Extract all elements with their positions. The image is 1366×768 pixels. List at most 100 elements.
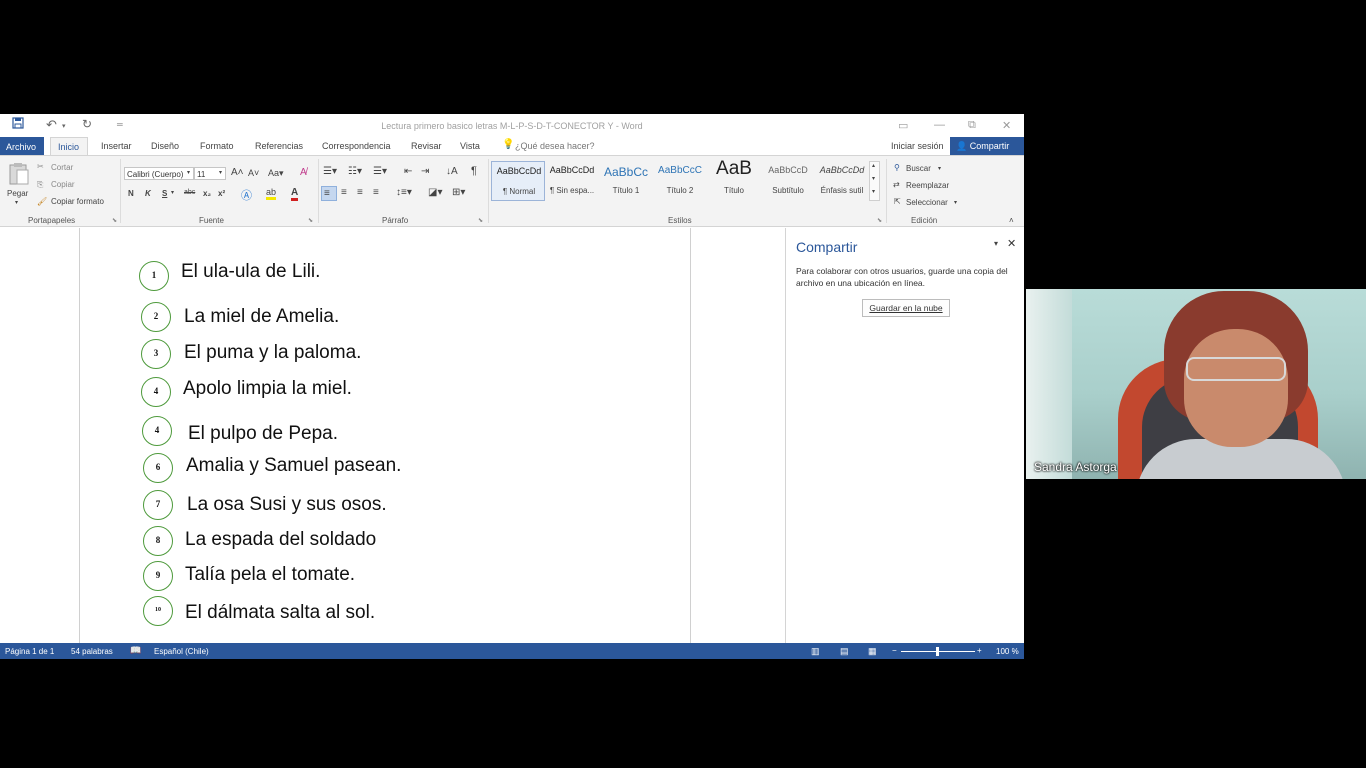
tab-revisar[interactable]: Revisar	[411, 141, 442, 151]
participant-video[interactable]: Sandra Astorga	[1026, 289, 1366, 479]
clear-formatting-icon[interactable]: A̸	[300, 167, 307, 178]
separator	[488, 159, 489, 223]
paragraph-launcher-icon[interactable]: ⬊	[478, 217, 483, 224]
document-line: El dálmata salta al sol.	[185, 602, 376, 623]
find-button[interactable]: Buscar	[906, 164, 931, 173]
justify-icon[interactable]: ≡	[373, 187, 379, 198]
page-count[interactable]: Página 1 de 1	[5, 647, 54, 656]
font-name-box[interactable]: Calibri (Cuerpo)	[124, 167, 194, 180]
save-to-cloud-button[interactable]: Guardar en la nube	[862, 299, 950, 317]
pilcrow-icon[interactable]: ¶	[471, 165, 477, 177]
paste-button[interactable]: Pegar ▾	[6, 162, 32, 210]
format-painter-button[interactable]: Copiar formato	[51, 197, 104, 206]
pane-close-icon[interactable]: ✕	[1007, 237, 1016, 250]
pane-options-icon[interactable]: ▾	[994, 239, 998, 248]
line-spacing-icon[interactable]: ↕≡▾	[396, 187, 412, 198]
align-center-icon[interactable]: ≡	[341, 187, 347, 198]
text-effects-icon[interactable]: Ⓐ	[241, 187, 252, 203]
numbering-icon[interactable]: ☷▾	[348, 166, 362, 177]
style-preview: AaBbCcDd	[549, 165, 595, 175]
zoom-out-icon[interactable]: −	[892, 646, 897, 655]
word-count[interactable]: 54 palabras	[71, 647, 113, 656]
style-5[interactable]: AaB Título	[707, 158, 761, 201]
zoom-in-icon[interactable]: +	[977, 646, 982, 655]
superscript-icon[interactable]: x²	[218, 189, 225, 198]
web-layout-icon[interactable]: ▦	[868, 646, 877, 657]
clipboard-launcher-icon[interactable]: ⬊	[112, 217, 117, 224]
cut-button[interactable]: Cortar	[51, 163, 73, 172]
zoom-slider-thumb[interactable]	[936, 647, 939, 656]
language[interactable]: Español (Chile)	[154, 647, 209, 656]
tab-archivo[interactable]: Archivo	[0, 137, 44, 155]
minimize-icon[interactable]: —	[934, 119, 945, 131]
tell-me-search[interactable]: ¿Qué desea hacer?	[515, 141, 595, 151]
underline-icon[interactable]: S	[162, 189, 167, 198]
styles-up-icon[interactable]: ▴	[872, 162, 875, 169]
align-left-icon[interactable]: ≡	[321, 186, 337, 201]
read-mode-icon[interactable]: ▥	[811, 646, 820, 657]
signin-link[interactable]: Iniciar sesión	[891, 141, 944, 151]
align-right-icon[interactable]: ≡	[357, 187, 363, 198]
highlight-icon[interactable]: ab	[266, 187, 277, 200]
style-6[interactable]: AaBbCcD Subtítulo	[761, 161, 815, 201]
font-launcher-icon[interactable]: ⬊	[308, 217, 313, 224]
replace-button[interactable]: Reemplazar	[906, 181, 949, 190]
close-icon[interactable]: ✕	[1002, 119, 1011, 132]
proofing-icon[interactable]: 📖	[130, 645, 141, 656]
change-case-icon[interactable]: Aa▾	[268, 168, 284, 179]
ribbon-display-options-icon[interactable]: ▭	[898, 119, 908, 132]
zoom-level[interactable]: 100 %	[996, 647, 1019, 656]
shrink-font-icon[interactable]: A˅	[248, 168, 259, 178]
document-line: El puma y la paloma.	[184, 342, 362, 363]
styles-scroll[interactable]: ▴ ▾ ▾	[869, 161, 880, 201]
font-color-icon[interactable]: A	[291, 187, 299, 201]
borders-icon[interactable]: ⊞▾	[452, 187, 465, 198]
shading-icon[interactable]: ◪▾	[428, 187, 442, 198]
bold-icon[interactable]: N	[128, 189, 134, 198]
restore-icon[interactable]: ⧉	[968, 119, 976, 132]
styles-down-icon[interactable]: ▾	[872, 175, 875, 182]
find-dropdown-icon[interactable]: ▾	[938, 165, 941, 172]
paragraph-group-label: Párrafo	[382, 216, 409, 225]
strikethrough-icon[interactable]: abc	[184, 189, 195, 196]
tab-formato[interactable]: Formato	[200, 141, 234, 151]
tab-inicio[interactable]: Inicio	[50, 137, 88, 155]
styles-launcher-icon[interactable]: ⬊	[877, 217, 882, 224]
share-button[interactable]: 👤 Compartir	[950, 137, 1024, 155]
style-1[interactable]: AaBbCcDd ¶ Normal	[491, 161, 545, 201]
grow-font-icon[interactable]: A˄	[231, 167, 244, 178]
line-number-circle: 4	[142, 416, 172, 446]
style-7[interactable]: AaBbCcDd Énfasis sutil	[815, 161, 869, 201]
font-size-dropdown-icon[interactable]: ▾	[219, 169, 222, 176]
styles-more-icon[interactable]: ▾	[872, 188, 875, 195]
subscript-icon[interactable]: x₂	[203, 189, 211, 198]
bullets-icon[interactable]: ☰▾	[323, 166, 337, 177]
font-name-dropdown-icon[interactable]: ▾	[187, 169, 190, 176]
style-4[interactable]: AaBbCcC Título 2	[653, 161, 707, 201]
multilevel-list-icon[interactable]: ☰▾	[373, 166, 387, 177]
collapse-ribbon-icon[interactable]: ˄	[1009, 216, 1014, 225]
sort-icon[interactable]: ↓A	[446, 166, 458, 177]
style-preview: AaBbCc	[603, 165, 649, 179]
select-button[interactable]: Seleccionar	[906, 198, 948, 207]
tab-referencias[interactable]: Referencias	[255, 141, 303, 151]
style-2[interactable]: AaBbCcDd ¶ Sin espa...	[545, 161, 599, 201]
increase-indent-icon[interactable]: ⇥	[421, 166, 429, 177]
ribbon: Pegar ▾ ✂ Cortar ⎘ Copiar 🖌 Copiar forma…	[0, 155, 1024, 227]
tab-correspondencia[interactable]: Correspondencia	[322, 141, 391, 151]
tab-diseno[interactable]: Diseño	[151, 141, 179, 151]
italic-icon[interactable]: K	[145, 189, 151, 198]
clipboard-icon	[9, 163, 29, 185]
style-3[interactable]: AaBbCc Título 1	[599, 161, 653, 201]
print-layout-icon[interactable]: ▤	[840, 646, 849, 657]
decrease-indent-icon[interactable]: ⇤	[404, 166, 412, 177]
copy-button[interactable]: Copiar	[51, 180, 75, 189]
select-dropdown-icon[interactable]: ▾	[954, 199, 957, 206]
line-number-circle: 2	[141, 302, 171, 332]
tab-insertar[interactable]: Insertar	[101, 141, 132, 151]
style-preview: AaBbCcD	[768, 165, 808, 175]
underline-dropdown-icon[interactable]: ▾	[171, 189, 174, 196]
document-area[interactable]: 1 El ula-ula de Lili. 2 La miel de Amelia. 3…	[0, 228, 785, 643]
style-name: ¶ Normal	[502, 187, 536, 196]
tab-vista[interactable]: Vista	[460, 141, 480, 151]
